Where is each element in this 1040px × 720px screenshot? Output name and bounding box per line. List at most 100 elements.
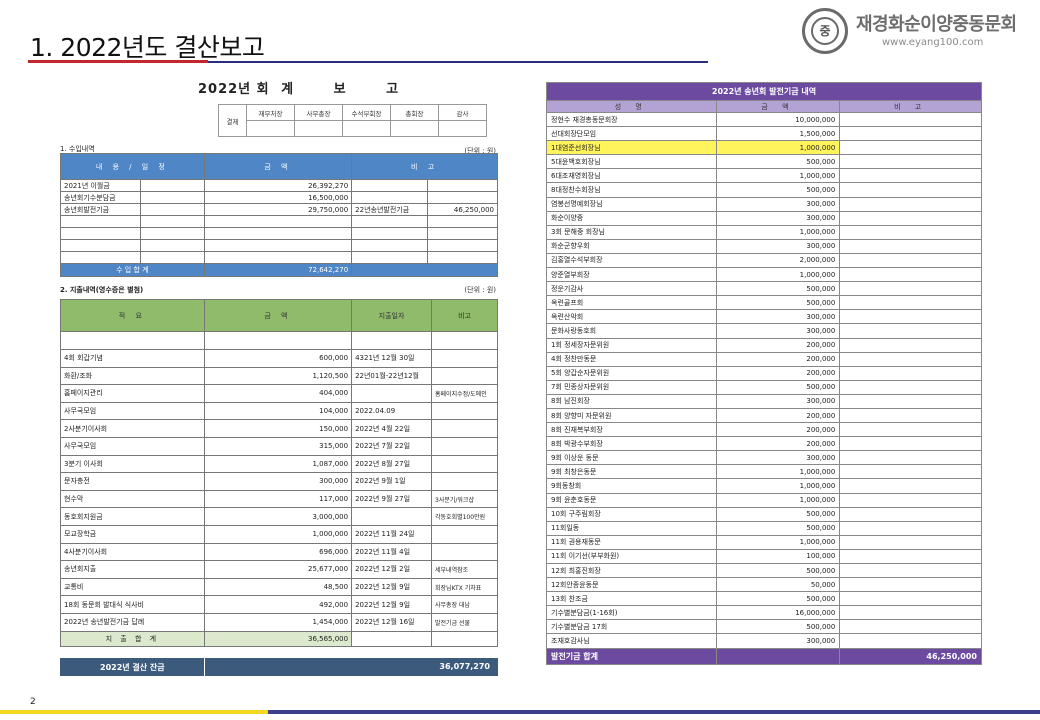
expense-date: 2022년 9월 1일	[351, 472, 433, 491]
fund-donor-amount: 300,000	[715, 210, 841, 226]
fund-row: 1대염준선회장님 1,000,000	[546, 140, 982, 156]
expense-row: 18회 동문회 발대식 식사비 492,000 2022년 12월 9일 사무총장 대…	[60, 595, 498, 614]
expense-item: 화환/조화	[60, 366, 205, 386]
fund-row: 화순이양중 300,000	[546, 210, 982, 226]
fund-row: 화순군향우회 300,000	[546, 238, 982, 254]
expense-amount: 25,677,000	[203, 560, 353, 579]
fund-donor-name: 조재호감사님	[546, 633, 717, 649]
fund-donor-amount: 500,000	[715, 182, 841, 198]
fund-donor-note	[839, 562, 982, 579]
footer-accent	[0, 710, 268, 714]
fund-row: 8회 양향미 자문위원 200,000	[546, 407, 982, 424]
fund-donor-name: 화순군향우회	[546, 238, 717, 254]
expense-amount: 3,000,000	[203, 507, 353, 526]
fund-donor-note	[839, 464, 982, 480]
expense-amount: 315,000	[203, 436, 353, 456]
report-title-a: 2022년 회	[198, 82, 270, 97]
fund-donor-note	[839, 422, 982, 438]
fund-donor-note	[839, 478, 982, 494]
fund-donor-name: 12회안종윤동문	[546, 577, 717, 593]
expense-note: 세부내역참조	[431, 560, 498, 579]
fund-donor-name: 5회 양갑순자문위원	[546, 365, 717, 381]
expense-row: 4사분기이사회 696,000 2022년 11월 4일	[60, 542, 498, 562]
expense-note	[431, 542, 498, 562]
fund-donor-name: 옥련산악회	[546, 309, 717, 325]
expense-row: 동호회지원금 3,000,000 각동호회별100만원	[60, 507, 498, 526]
slide-title: 1. 2022년도 결산보고	[30, 33, 265, 62]
expense-item: 송년회지출	[60, 560, 205, 579]
fund-total-label: 발전기금 합계	[546, 647, 717, 665]
fund-table: 2022년 송년회 발전기금 내역 성 명 금 액 비 고 정현수 재경총동문회…	[546, 82, 982, 665]
fund-donor-amount: 200,000	[715, 337, 841, 353]
fund-title: 2022년 송년회 발전기금 내역	[546, 82, 982, 101]
fund-header-note: 비 고	[839, 100, 982, 113]
expense-note	[431, 366, 498, 386]
fund-row: 김홍열수석부회장 2,000,000	[546, 252, 982, 269]
page-number: 2	[30, 697, 36, 707]
emblem-text: 중	[811, 17, 839, 45]
fund-donor-note	[839, 337, 982, 353]
expense-row: 교통비 48,500 2022년 12월 9일 회장님KTX 기차표	[60, 577, 498, 597]
fund-donor-note	[839, 407, 982, 424]
fund-donor-note	[839, 520, 982, 536]
fund-row: 3회 문해중 회장님 1,000,000	[546, 224, 982, 240]
fund-donor-name: 문화사랑동호회	[546, 323, 717, 339]
expense-note	[431, 436, 498, 456]
fund-donor-name: 11회일동	[546, 520, 717, 536]
fund-row: 5회 양갑순자문위원 200,000	[546, 365, 982, 381]
expense-item: 사무국모임	[60, 436, 205, 456]
fund-row: 13회 찬조금 500,000	[546, 591, 982, 607]
fund-donor-amount: 50,000	[715, 577, 841, 593]
income-item: 송년회발전기금	[60, 203, 141, 216]
fund-row: 정현수 재경총동문회장 10,000,000	[546, 111, 982, 128]
expense-note: 회장님KTX 기차표	[431, 577, 498, 597]
income-amount: 29,750,000	[203, 203, 353, 216]
fund-row: 9회 이상운 동문 300,000	[546, 450, 982, 466]
fund-donor-amount: 1,000,000	[715, 267, 841, 283]
fund-donor-name: 1대염준선회장님	[546, 140, 717, 156]
expense-row: 사무국모임 104,000 2022.04.09	[60, 401, 498, 421]
fund-row: 4회 정찬만동문 200,000	[546, 351, 982, 367]
expense-item: 현수막	[60, 489, 205, 509]
expense-note	[431, 472, 498, 491]
logo-url: www.eyang100.com	[882, 37, 984, 48]
fund-donor-name: 양준열부회장	[546, 267, 717, 283]
expense-item: 18회 동문회 발대식 식사비	[60, 595, 205, 614]
fund-row: 12회안종윤동문 50,000	[546, 577, 982, 593]
expense-unit: (단위 : 원)	[464, 286, 496, 294]
fund-row: 9회 윤춘호동문 1,000,000	[546, 492, 982, 508]
fund-row: 9회 최창은동문 1,000,000	[546, 464, 982, 480]
income-item: 송년회기수분담금	[60, 191, 141, 204]
annual-report: 2022년 회 계 보 고 결제 재무처장 사무총장 수석부회장 총회장 감사 …	[56, 70, 502, 680]
fund-header-amount: 금 액	[715, 100, 841, 113]
expense-note	[431, 524, 498, 544]
income-note-amount: 46,250,000	[427, 203, 498, 216]
fund-donor-amount: 1,000,000	[715, 224, 841, 240]
expense-note: 3사분기/워크샵	[431, 489, 498, 509]
expense-table: 적 요 금 액 지출일자 비고 4회 회갑기념 600,000 4321년 12월 …	[60, 299, 498, 647]
fund-row: 5대윤백호회장님 500,000	[546, 154, 982, 170]
fund-donor-name: 염봉선명예회장님	[546, 196, 717, 212]
fund-donor-amount: 500,000	[715, 562, 841, 579]
fund-row: 6대조재영회장님 1,000,000	[546, 168, 982, 184]
expense-item: 교통비	[60, 577, 205, 597]
fund-donor-amount: 1,000,000	[715, 492, 841, 508]
expense-date: 2022년 11월 4일	[351, 542, 433, 562]
fund-row: 기수별분담금 17회 500,000	[546, 619, 982, 635]
fund-row: 12회 최홍진회장 500,000	[546, 562, 982, 579]
income-note	[351, 191, 429, 204]
expense-date: 2022년 12월 9일	[351, 595, 433, 614]
fund-donor-note	[839, 534, 982, 550]
balance-bar: 2022년 결산 잔금 36,077,270	[60, 658, 498, 676]
fund-donor-amount: 500,000	[715, 619, 841, 635]
income-amount: 16,500,000	[203, 191, 353, 204]
approval-role: 총회장	[390, 104, 439, 121]
signature-cell	[246, 120, 295, 137]
fund-donor-name: 10회 구주림회장	[546, 506, 717, 522]
fund-donor-name: 옥련골프회	[546, 295, 717, 311]
report-title-b: 계 보 고	[281, 82, 417, 97]
fund-row: 11회 이기선(부부화원) 100,000	[546, 548, 982, 565]
fund-donor-note	[839, 111, 982, 128]
expense-note	[431, 401, 498, 421]
fund-donor-note	[839, 126, 982, 142]
